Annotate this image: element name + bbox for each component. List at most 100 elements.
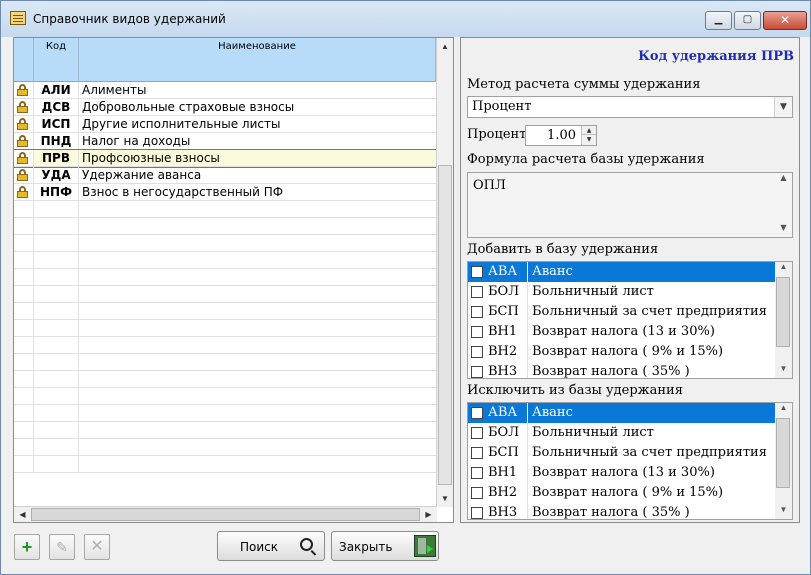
checkbox[interactable] [471, 306, 483, 318]
scroll-left-icon[interactable]: ◀ [14, 507, 31, 522]
row-name [79, 303, 436, 319]
add-button[interactable]: + [14, 534, 40, 560]
checkbox[interactable] [471, 467, 483, 479]
lock-icon [17, 186, 28, 198]
table-row[interactable] [14, 252, 437, 269]
add-list-item[interactable]: ВН3 Возврат налога ( 35% ) [468, 362, 777, 378]
table-row[interactable]: ДСВ Добровольные страховые взносы [14, 99, 437, 116]
row-code [34, 439, 79, 455]
row-icon-cell [14, 354, 34, 370]
scroll-up-icon[interactable]: ▲ [775, 403, 792, 417]
checkbox[interactable] [471, 326, 483, 338]
item-code: ВН3 [488, 505, 518, 520]
close-window-button[interactable]: ✕ [763, 11, 807, 30]
checkbox[interactable] [471, 366, 483, 378]
maximize-button[interactable]: ▢ [734, 11, 761, 30]
table-row[interactable] [14, 269, 437, 286]
scroll-down-icon[interactable]: ▼ [775, 364, 792, 378]
table-row[interactable]: ПРВ Профсоюзные взносы [14, 149, 438, 168]
row-icon-cell [14, 422, 34, 438]
exclude-list-item[interactable]: ВН1 Возврат налога (13 и 30%) [468, 463, 777, 483]
scroll-down-icon[interactable]: ▼ [437, 490, 453, 507]
exclude-list-scrollbar[interactable]: ▲ ▼ [775, 403, 792, 519]
edit-button[interactable]: ✎ [49, 534, 75, 560]
search-button[interactable]: Поиск [217, 531, 325, 561]
exclude-list-item[interactable]: АВА Аванс [468, 403, 777, 423]
row-code: ПРВ [34, 150, 79, 166]
add-list-item[interactable]: АВА Аванс [468, 262, 777, 282]
row-name [79, 252, 436, 268]
scroll-up-icon[interactable]: ▲ [437, 38, 453, 55]
checkbox[interactable] [471, 266, 483, 278]
scroll-down-icon[interactable]: ▼ [775, 505, 792, 519]
checkbox[interactable] [471, 286, 483, 298]
table-row[interactable] [14, 235, 437, 252]
row-icon-cell [14, 337, 34, 353]
stepper-down-icon[interactable]: ▼ [582, 135, 596, 144]
scroll-right-icon[interactable]: ▶ [420, 507, 437, 522]
table-row[interactable] [14, 218, 437, 235]
header-name[interactable]: Наименование [79, 38, 436, 82]
table-row[interactable]: ИСП Другие исполнительные листы [14, 116, 437, 133]
scroll-thumb[interactable] [776, 418, 790, 488]
header-icon-column [14, 38, 34, 82]
scroll-thumb[interactable] [776, 277, 790, 347]
table-row[interactable] [14, 371, 437, 388]
table-row[interactable] [14, 422, 437, 439]
method-select[interactable]: Процент ▼ [467, 96, 793, 118]
table-row[interactable]: АЛИ Алименты [14, 82, 437, 99]
hscroll-thumb[interactable] [31, 508, 420, 521]
percent-stepper[interactable]: 1.00 ▲ ▼ [525, 125, 597, 146]
scroll-thumb[interactable] [438, 165, 452, 485]
scroll-up-icon[interactable]: ▲ [775, 173, 792, 187]
formula-scrollbar[interactable]: ▲ ▼ [775, 173, 792, 237]
column-divider [527, 423, 528, 443]
checkbox[interactable] [471, 487, 483, 499]
exclude-list-item[interactable]: ВН2 Возврат налога ( 9% и 15%) [468, 483, 777, 503]
chevron-down-icon[interactable]: ▼ [774, 97, 792, 117]
formula-value: ОПЛ [473, 178, 506, 193]
grid-horizontal-scrollbar[interactable]: ◀ ▶ [14, 506, 437, 522]
checkbox[interactable] [471, 346, 483, 358]
exclude-list-item[interactable]: БОЛ Больничный лист [468, 423, 777, 443]
add-list-item[interactable]: БОЛ Больничный лист [468, 282, 777, 302]
grid-vertical-scrollbar[interactable]: ▲ ▼ [436, 38, 453, 507]
minimize-button[interactable]: ▁ [705, 11, 732, 30]
row-icon-cell [14, 235, 34, 251]
scroll-down-icon[interactable]: ▼ [775, 223, 792, 237]
table-row[interactable] [14, 337, 437, 354]
stepper-up-icon[interactable]: ▲ [582, 126, 596, 135]
table-row[interactable] [14, 320, 437, 337]
delete-button[interactable]: ✕ [84, 534, 110, 560]
exclude-list-item[interactable]: ВН3 Возврат налога ( 35% ) [468, 503, 777, 520]
close-button[interactable]: Закрыть [331, 531, 439, 561]
formula-textarea[interactable]: ОПЛ ▲ ▼ [467, 172, 793, 238]
table-row[interactable] [14, 354, 437, 371]
table-row[interactable] [14, 303, 437, 320]
close-button-label: Закрыть [339, 540, 393, 554]
lock-icon [17, 169, 28, 181]
table-row[interactable]: ПНД Налог на доходы [14, 133, 437, 150]
table-row[interactable] [14, 439, 437, 456]
checkbox[interactable] [471, 447, 483, 459]
table-row[interactable] [14, 388, 437, 405]
exclude-list-item[interactable]: БСП Больничный за счет предприятия [468, 443, 777, 463]
add-list-item[interactable]: ВН1 Возврат налога (13 и 30%) [468, 322, 777, 342]
scroll-up-icon[interactable]: ▲ [775, 262, 792, 276]
add-list-scrollbar[interactable]: ▲ ▼ [775, 262, 792, 378]
table-row[interactable] [14, 201, 437, 218]
checkbox[interactable] [471, 427, 483, 439]
add-list-item[interactable]: ВН2 Возврат налога ( 9% и 15%) [468, 342, 777, 362]
header-code[interactable]: Код [34, 38, 79, 82]
table-row[interactable] [14, 286, 437, 303]
table-row[interactable] [14, 405, 437, 422]
table-row[interactable] [14, 456, 437, 473]
table-row[interactable]: УДА Удержание аванса [14, 167, 437, 184]
add-list-item[interactable]: БСП Больничный за счет предприятия [468, 302, 777, 322]
item-name: Возврат налога ( 9% и 15%) [532, 344, 724, 359]
checkbox[interactable] [471, 507, 483, 519]
checkbox[interactable] [471, 407, 483, 419]
table-row[interactable]: НПФ Взнос в негосударственный ПФ [14, 184, 437, 201]
row-name [79, 235, 436, 251]
row-name [79, 422, 436, 438]
